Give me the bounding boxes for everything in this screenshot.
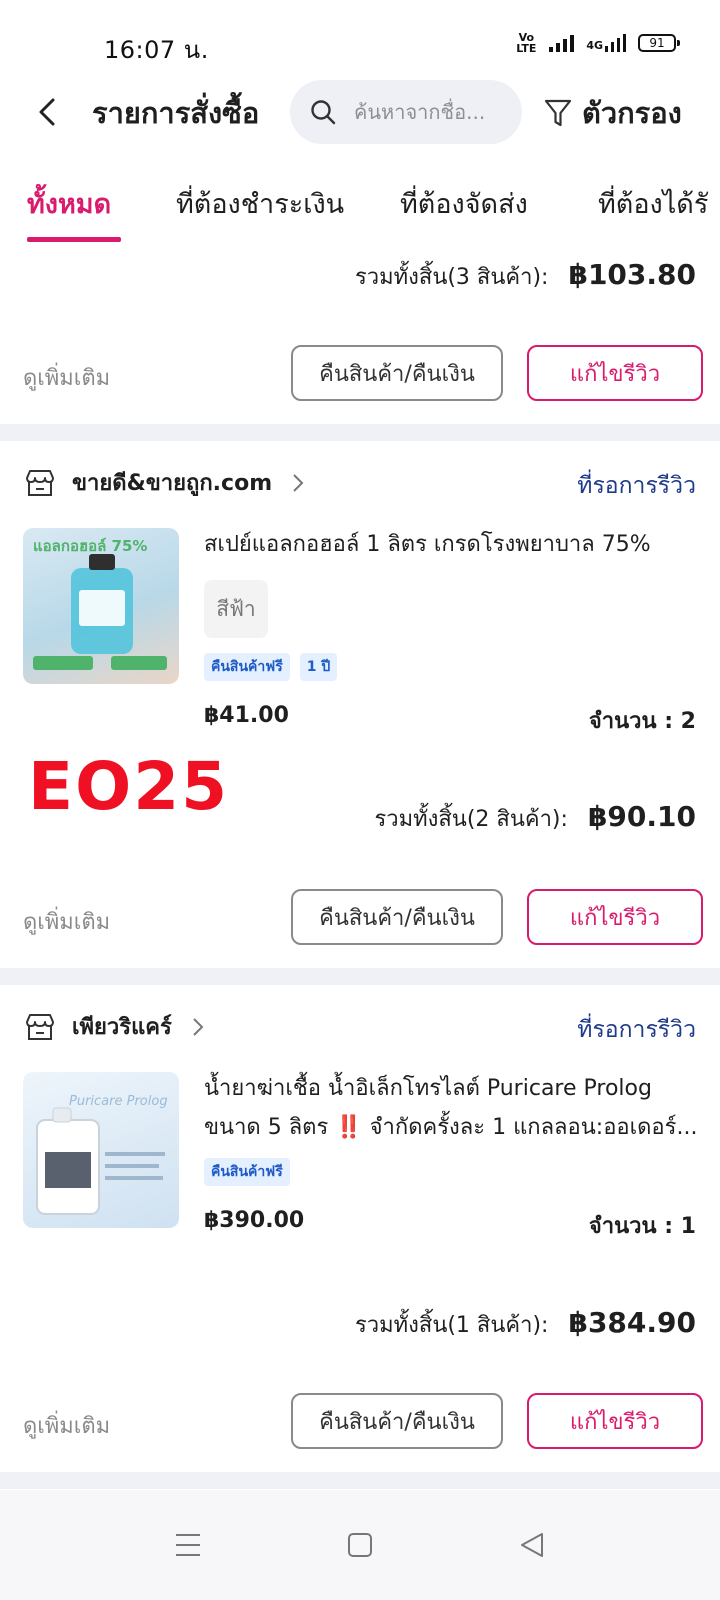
app-header: รายการสั่งซื้อ ค้นหาจากชื่อ... ตัวกรอง — [0, 78, 720, 148]
back-arrow-icon — [39, 98, 55, 126]
edit-review-button[interactable]: แก้ไขรีวิว — [527, 1393, 703, 1449]
status-time: 16:07 น. — [104, 36, 209, 64]
order-total: รวมทั้งสิ้น(1 สินค้า): ฿384.90 — [355, 1306, 696, 1342]
order-status-tabs: ทั้งหมด ที่ต้องชำระเงิน ที่ต้องจัดส่ง ที… — [0, 170, 720, 250]
active-tab-indicator — [27, 237, 121, 242]
triangle-back-icon — [521, 1533, 543, 1557]
back-button[interactable] — [30, 92, 64, 132]
shop-header[interactable]: ขายดี&ขายถูก.com — [24, 465, 304, 500]
status-icons: Vo LTE 4G 91 — [515, 31, 680, 55]
thumbnail-caption: Puricare Prolog — [69, 1094, 168, 1109]
thumbnail-caption: แอลกอฮอล์ 75% — [33, 537, 148, 555]
edit-review-button[interactable]: แก้ไขรีวิว — [527, 345, 703, 401]
product-name-line1[interactable]: น้ำยาฆ่าเชื้อ น้ำอิเล็กโทรไลต์ Puricare … — [204, 1070, 704, 1108]
edit-review-button[interactable]: แก้ไขรีวิว — [527, 889, 703, 945]
product-thumbnail[interactable]: แอลกอฮอล์ 75% — [23, 528, 179, 684]
chevron-right-icon — [293, 473, 304, 492]
nav-menu-button[interactable] — [163, 1520, 213, 1570]
order-status-label: ที่รอการรีวิว — [577, 473, 696, 499]
refund-button[interactable]: คืนสินค้า/คืนเงิน — [291, 889, 503, 945]
network-type-label: 4G — [586, 39, 603, 52]
product-price: ฿390.00 — [204, 1208, 305, 1233]
search-icon — [311, 100, 336, 125]
search-input[interactable]: ค้นหาจากชื่อ... — [290, 80, 522, 144]
refund-button[interactable]: คืนสินค้า/คืนเงิน — [291, 345, 503, 401]
product-quantity: จำนวน : 1 — [588, 1214, 696, 1239]
tab-all[interactable]: ทั้งหมด — [27, 182, 111, 225]
shop-store-icon — [26, 1013, 54, 1040]
filter-button[interactable]: ตัวกรอง — [544, 90, 682, 136]
tab-to-pay[interactable]: ที่ต้องชำระเงิน — [176, 182, 344, 225]
tab-to-receive[interactable]: ที่ต้องได้รั — [598, 182, 708, 225]
free-return-badge: คืนสินค้าฟรี — [204, 653, 290, 681]
order-total: รวมทั้งสิ้น(2 สินค้า): ฿90.10 — [374, 800, 696, 836]
order-total-amount: ฿384.90 — [568, 1306, 696, 1339]
order-separator — [0, 1472, 720, 1489]
search-placeholder: ค้นหาจากชื่อ... — [354, 100, 486, 124]
order-total-amount: ฿90.10 — [587, 800, 696, 833]
nav-back-button[interactable] — [507, 1520, 557, 1570]
order-total-label: รวมทั้งสิ้น(1 สินค้า): — [354, 1313, 549, 1338]
volte-icon: Vo LTE — [516, 31, 537, 55]
order-total-label: รวมทั้งสิ้น(2 สินค้า): — [374, 807, 568, 832]
nav-home-button[interactable] — [335, 1520, 385, 1570]
status-bar: 16:07 น. Vo LTE 4G 91 — [0, 0, 720, 80]
order-separator — [0, 424, 720, 441]
shop-name: ขายดี&ขายถูก.com — [72, 471, 273, 496]
see-more-link[interactable]: ดูเพิ่มเติม — [23, 1408, 110, 1443]
filter-funnel-icon — [544, 99, 572, 127]
page-title: รายการสั่งซื้อ — [92, 96, 260, 130]
product-thumbnail[interactable]: Puricare Prolog — [23, 1072, 179, 1228]
shop-name: เพียวริแคร์ — [72, 1015, 172, 1040]
system-navigation-bar — [0, 1490, 720, 1600]
filter-label: ตัวกรอง — [582, 96, 682, 130]
product-price: ฿41.00 — [204, 703, 289, 728]
signal-strength-icon — [549, 34, 575, 52]
see-more-link[interactable]: ดูเพิ่มเติม — [23, 904, 110, 939]
free-return-badge: คืนสินค้าฟรี — [204, 1158, 290, 1186]
chevron-right-icon — [193, 1017, 204, 1036]
shop-header[interactable]: เพียวริแคร์ — [24, 1009, 204, 1044]
refund-button[interactable]: คืนสินค้า/คืนเงิน — [291, 1393, 503, 1449]
order-total-label: รวมทั้งสิ้น(3 สินค้า): — [354, 265, 549, 290]
warranty-badge: 1 ปี — [299, 653, 338, 681]
order-total-amount: ฿103.80 — [568, 258, 696, 291]
shop-store-icon — [26, 469, 54, 496]
product-variant: สีฟ้า — [204, 580, 268, 638]
see-more-link[interactable]: ดูเพิ่มเติม — [23, 360, 110, 395]
order-status-label: ที่รอการรีวิว — [577, 1017, 696, 1043]
tab-to-ship[interactable]: ที่ต้องจัดส่ง — [400, 182, 528, 225]
menu-lines-icon — [176, 1534, 200, 1556]
battery-icon: 91 — [638, 34, 680, 52]
square-home-icon — [348, 1533, 372, 1557]
product-badges: คืนสินค้าฟรี 1 ปี — [204, 653, 338, 681]
product-quantity: จำนวน : 2 — [588, 709, 696, 734]
order-total: รวมทั้งสิ้น(3 สินค้า): ฿103.80 — [355, 258, 696, 294]
order-separator — [0, 968, 720, 985]
product-name-line2[interactable]: ขนาด 5 ลิตร ‼️ จำกัดครั้งละ 1 แกลลอน:ออเ… — [204, 1109, 704, 1147]
mobile-data-icon: 4G — [586, 34, 626, 52]
overlay-stamp-text: EO25 — [28, 748, 230, 825]
product-name[interactable]: สเปย์แอลกอฮอล์ 1 ลิตร เกรดโรงพยาบาล 75% — [204, 526, 704, 564]
product-badges: คืนสินค้าฟรี — [204, 1158, 290, 1186]
